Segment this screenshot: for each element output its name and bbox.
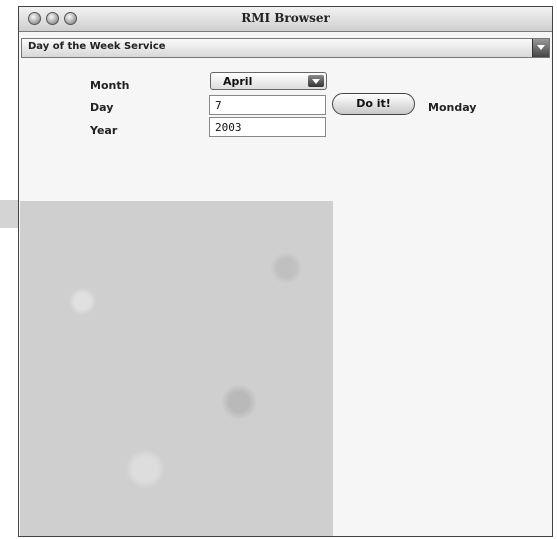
window-title: RMI Browser xyxy=(241,11,330,25)
day-label: Day xyxy=(90,101,114,114)
do-it-button[interactable]: Do it! xyxy=(332,93,415,115)
month-select-value: April xyxy=(223,75,253,88)
content-panel xyxy=(20,201,333,536)
day-field[interactable]: 7 xyxy=(209,95,326,115)
year-label: Year xyxy=(90,124,118,137)
title-bar[interactable]: RMI Browser xyxy=(19,7,552,32)
month-label: Month xyxy=(90,79,130,92)
chevron-down-icon[interactable] xyxy=(532,39,549,57)
result-text: Monday xyxy=(428,101,477,114)
background-strip xyxy=(0,200,19,228)
month-select[interactable]: April xyxy=(210,72,327,90)
service-selector[interactable]: Day of the Week Service xyxy=(21,38,550,58)
year-field[interactable]: 2003 xyxy=(209,117,326,137)
chevron-down-icon[interactable] xyxy=(308,75,324,87)
app-window: RMI Browser Day of the Week Service Mont… xyxy=(18,6,553,537)
service-selector-value: Day of the Week Service xyxy=(28,41,166,52)
